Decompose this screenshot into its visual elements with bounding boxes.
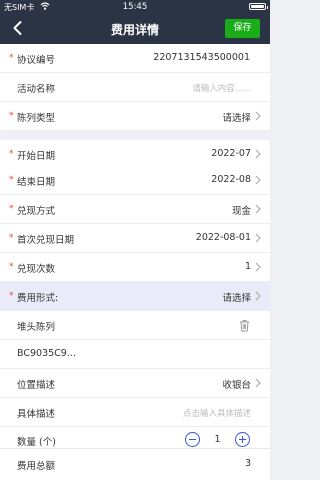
chevron-right-icon [255,175,261,185]
first-cash-date-label: 首次兑现日期 [17,235,75,246]
chevron-right-icon [255,204,261,214]
agreement-no-value: 2207131543500001 [153,52,250,63]
cash-method-row[interactable]: * 兑现方式 现金 [0,195,270,224]
detail-desc-label: 具体描述 [17,409,56,420]
quantity-value[interactable]: 1 [200,434,235,445]
cash-method-label: 兑现方式 [17,206,56,217]
required-star: * [9,291,14,301]
chevron-right-icon [255,233,261,243]
chevron-right-icon [255,378,261,388]
chevron-right-icon [255,111,261,121]
nav-bar: 费用详情 保存 [0,13,270,44]
display-type-select[interactable]: 请选择 [222,110,251,124]
required-star: * [9,111,14,121]
activity-name-input[interactable]: 请输入内容...... [192,82,251,94]
quantity-stepper: 1 [185,432,250,448]
first-cash-date-value[interactable]: 2022-08-01 [196,232,251,243]
battery-icon [249,3,268,10]
fee-form-row[interactable]: * 费用形式: 请选择 [0,282,270,311]
required-star: * [9,262,14,272]
activity-name-label: 活动名称 [17,84,56,95]
pile-display-row: 堆头陈列 [0,311,270,340]
display-type-row[interactable]: * 陈列类型 请选择 [0,102,270,131]
location-label: 位置描述 [17,380,56,391]
fee-form-select[interactable]: 请选择 [222,290,251,304]
chevron-right-icon [255,291,261,301]
cash-method-value[interactable]: 现金 [232,203,251,217]
chevron-right-icon [255,149,261,159]
cash-count-row[interactable]: * 兑现次数 1 [0,253,270,282]
agreement-no-label: 协议编号 [17,55,56,66]
quantity-label: 数量 (个) [17,437,56,448]
plus-circle-icon[interactable] [235,432,250,447]
cash-count-label: 兑现次数 [17,264,56,275]
trash-icon[interactable] [239,319,250,332]
total-label: 费用总额 [17,461,56,472]
agreement-no-row: * 协议编号 2207131543500001 [0,44,270,73]
activity-name-row[interactable]: 活动名称 请输入内容...... [0,73,270,102]
required-star: * [9,53,14,63]
location-row[interactable]: 位置描述 收银台 [0,369,270,398]
required-star: * [9,233,14,243]
section-divider [0,131,270,140]
end-date-label: 结束日期 [17,177,56,188]
required-star: * [9,149,14,159]
end-date-row[interactable]: * 结束日期 2022-08 [0,166,270,195]
required-star: * [9,175,14,185]
code-label: BC9035C9... [17,348,76,359]
detail-desc-row[interactable]: 具体描述 点击输入具体描述 [0,398,270,427]
start-date-label: 开始日期 [17,151,56,162]
total-footer: 费用总额 3 [0,448,270,480]
location-value[interactable]: 收银台 [222,377,251,391]
clock: 15:45 [122,1,148,12]
save-button[interactable]: 保存 [225,19,260,38]
cash-count-value[interactable]: 1 [245,261,251,272]
required-star: * [9,204,14,214]
first-cash-date-row[interactable]: * 首次兑现日期 2022-08-01 [0,224,270,253]
pile-display-label: 堆头陈列 [17,322,56,333]
start-date-value[interactable]: 2022-07 [211,148,251,159]
end-date-value[interactable]: 2022-08 [211,174,251,185]
chevron-right-icon [255,262,261,272]
minus-circle-icon[interactable] [185,432,200,447]
display-type-label: 陈列类型 [17,113,56,124]
fee-form-label: 费用形式: [17,293,59,304]
total-value: 3 [244,458,251,469]
detail-desc-input[interactable]: 点击输入具体描述 [183,407,251,419]
status-bar: 无SIM卡 15:45 [0,0,270,13]
code-row: BC9035C9... [0,340,270,369]
start-date-row[interactable]: * 开始日期 2022-07 [0,140,270,169]
